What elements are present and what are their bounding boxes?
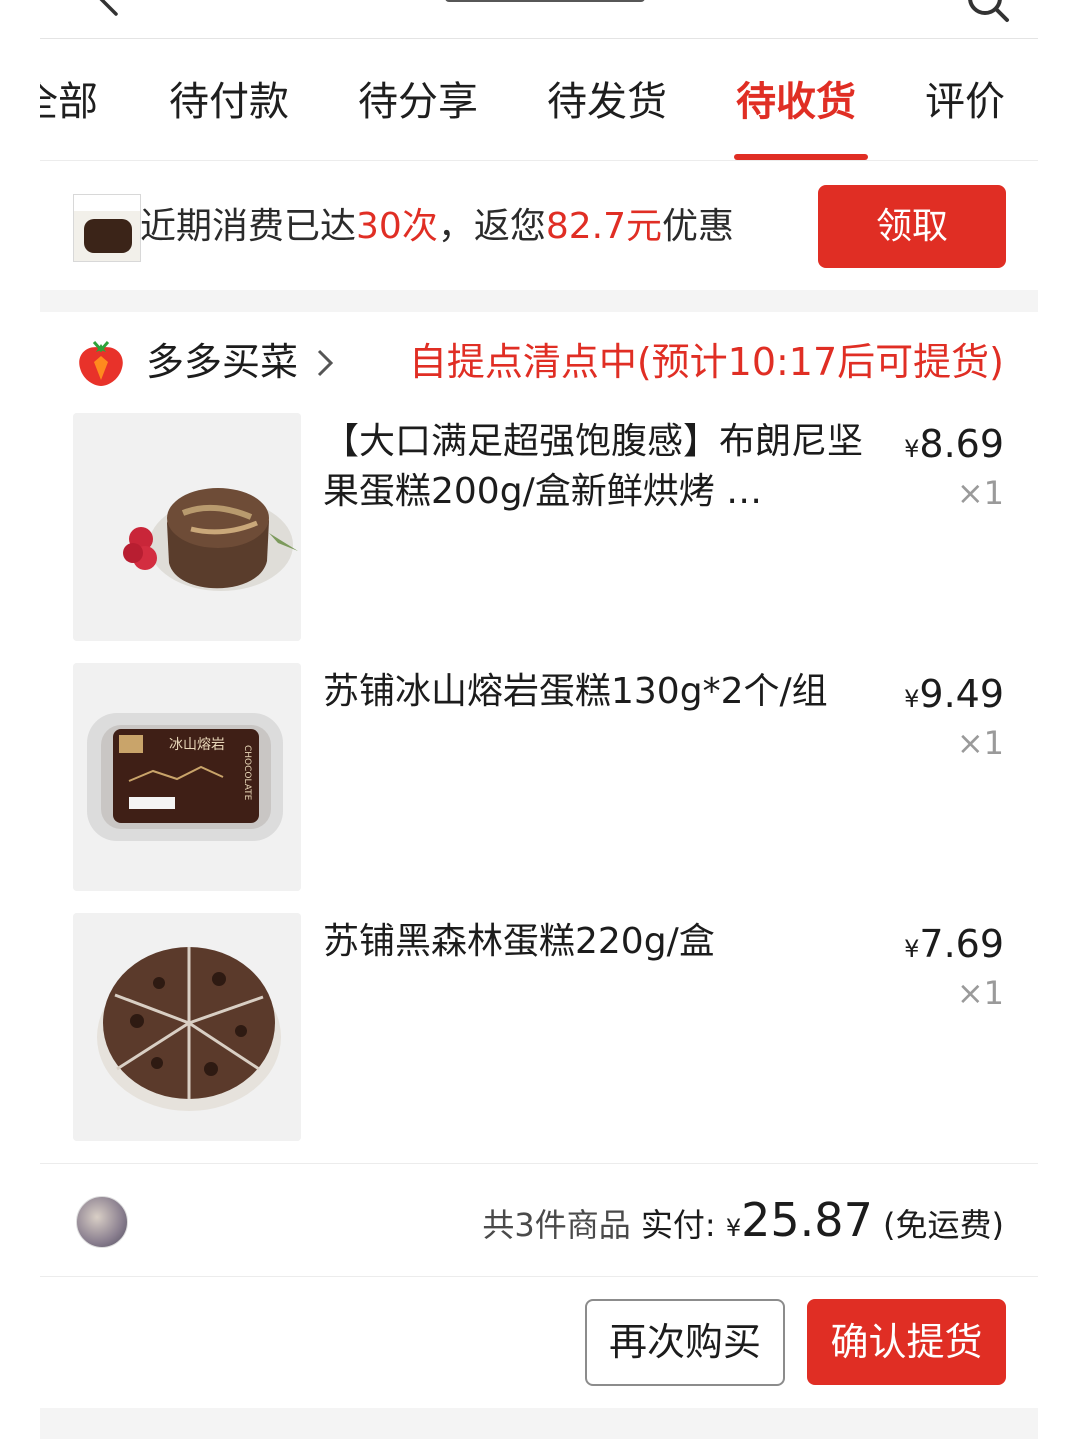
- rebate-promo-banner: 近期消费已达30次，返您82.7元优惠 领取: [40, 162, 1038, 290]
- product-quantity: ×1: [956, 974, 1004, 1012]
- active-tab-indicator: [734, 154, 868, 160]
- order-list-page: 全部 待付款 待分享 待发货 待收货 评价 近期消费已达30次，返您82.7元优…: [40, 0, 1038, 1439]
- item-count: 共3件商品: [482, 1206, 631, 1244]
- rebuy-button[interactable]: 再次购买: [585, 1299, 785, 1386]
- paid-label: 实付:: [640, 1206, 716, 1244]
- product-price: ¥9.49: [904, 672, 1004, 716]
- product-image-brownie[interactable]: [73, 413, 301, 641]
- promo-count: 30次: [356, 206, 438, 247]
- product-title[interactable]: 苏铺冰山熔岩蛋糕130g*2个/组: [323, 667, 883, 717]
- product-row[interactable]: 冰山熔岩 CHOCOLATE 苏铺冰山熔岩蛋糕130g*2个/组 ¥9.49 ×…: [40, 663, 1038, 891]
- product-row[interactable]: 苏铺黑森林蛋糕220g/盒 ¥7.69 ×1: [40, 913, 1038, 1141]
- claim-button[interactable]: 领取: [818, 185, 1006, 268]
- order-summary: 共3件商品 实付: ¥25.87 (免运费): [40, 1163, 1038, 1277]
- page-title-cutoff: [445, 0, 645, 2]
- package-label: CHOCOLATE: [242, 745, 252, 801]
- page-margin: [1038, 0, 1080, 1439]
- product-title[interactable]: 【大口满足超强饱腹感】布朗尼坚果蛋糕200g/盒新鲜烘烤 …: [323, 417, 883, 517]
- promo-product-thumbnail: [73, 194, 141, 262]
- product-quantity: ×1: [956, 474, 1004, 512]
- tab-pending-share[interactable]: 待分享: [358, 76, 478, 128]
- total-amount: 25.87: [741, 1193, 873, 1247]
- store-header[interactable]: 多多买菜 自提点清点中(预计10:17后可提货): [40, 312, 1038, 407]
- order-status-text: 自提点清点中(预计10:17后可提货): [408, 340, 1004, 384]
- confirm-pickup-button[interactable]: 确认提货: [807, 1299, 1006, 1385]
- search-icon[interactable]: [965, 0, 1011, 28]
- back-arrow-icon[interactable]: [90, 0, 130, 24]
- product-row[interactable]: 【大口满足超强饱腹感】布朗尼坚果蛋糕200g/盒新鲜烘烤 … ¥8.69 ×1: [40, 413, 1038, 641]
- product-image-black-forest-cake[interactable]: [73, 913, 301, 1141]
- section-divider: [40, 1408, 1038, 1439]
- strawberry-carrot-logo-icon: [74, 336, 128, 390]
- package-title: 冰山熔岩: [169, 737, 225, 753]
- tab-review[interactable]: 评价: [925, 76, 1005, 128]
- tab-all[interactable]: 全部: [40, 76, 98, 128]
- order-status-tabs: 全部 待付款 待分享 待发货 待收货 评价: [40, 40, 1038, 161]
- product-price: ¥8.69: [904, 422, 1004, 466]
- store-name[interactable]: 多多买菜: [146, 338, 298, 386]
- order-actions: 再次购买 确认提货: [40, 1276, 1038, 1406]
- product-price: ¥7.69: [904, 922, 1004, 966]
- order-total: 共3件商品 实付: ¥25.87 (免运费): [482, 1193, 1004, 1247]
- product-image-lava-cake[interactable]: 冰山熔岩 CHOCOLATE: [73, 663, 301, 891]
- top-navigation-bar: [40, 0, 1038, 39]
- tab-pending-shipment[interactable]: 待发货: [547, 76, 667, 128]
- product-title[interactable]: 苏铺黑森林蛋糕220g/盒: [323, 917, 883, 967]
- avatar: [76, 1196, 128, 1248]
- tab-pending-payment[interactable]: 待付款: [169, 76, 289, 128]
- product-quantity: ×1: [956, 724, 1004, 762]
- section-divider: [40, 290, 1038, 312]
- tab-pending-receipt[interactable]: 待收货: [736, 76, 856, 128]
- promo-message: 近期消费已达30次，返您82.7元优惠: [140, 206, 735, 247]
- shipping-note: (免运费): [883, 1206, 1004, 1244]
- chevron-right-icon[interactable]: [316, 348, 334, 382]
- promo-amount: 82.7元: [545, 206, 663, 247]
